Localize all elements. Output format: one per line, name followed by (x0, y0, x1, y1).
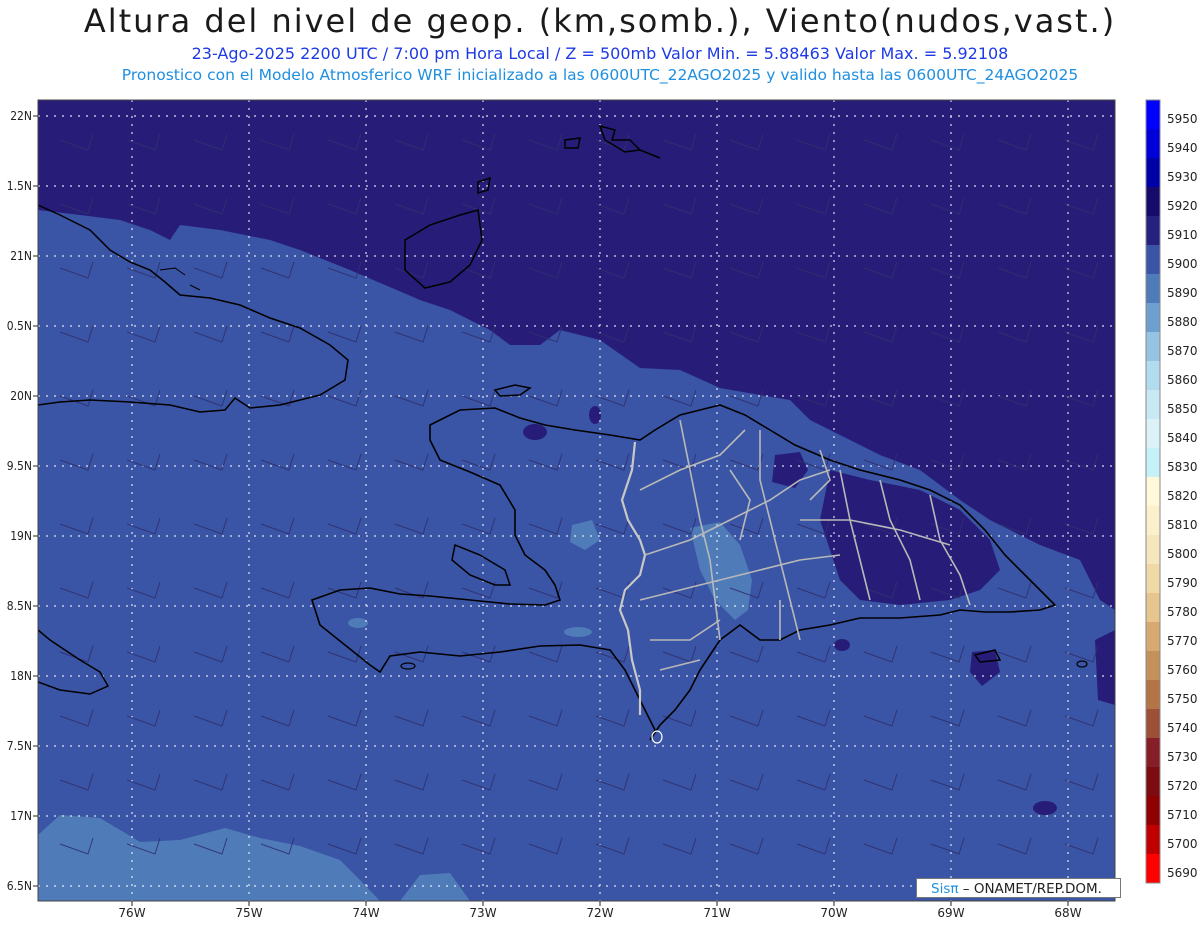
lon-label-74w: 74W (352, 906, 380, 920)
forecast-map[interactable] (0, 0, 1200, 927)
lon-label-68w: 68W (1054, 906, 1082, 920)
lat-label-22n: 22N (10, 109, 32, 123)
colorbar-swatch (1146, 796, 1160, 825)
lat-label-18-5n: 8.5N (6, 599, 32, 613)
colorbar-label: 5850 (1167, 402, 1198, 416)
colorbar-swatch (1146, 854, 1160, 883)
colorbar-swatch (1146, 680, 1160, 709)
colorbar-swatch (1146, 593, 1160, 622)
lon-label-69w: 69W (937, 906, 965, 920)
colorbar-label: 5800 (1167, 547, 1198, 561)
colorbar-swatch (1146, 332, 1160, 361)
lon-label-72w: 72W (586, 906, 614, 920)
colorbar-label: 5900 (1167, 257, 1198, 271)
colorbar-label: 5780 (1167, 605, 1198, 619)
lat-label-19n: 19N (10, 529, 32, 543)
colorbar-label: 5790 (1167, 576, 1198, 590)
colorbar-swatch (1146, 245, 1160, 274)
field-deep-patch2 (589, 406, 601, 424)
colorbar-swatch (1146, 274, 1160, 303)
field-deep-spot-s (834, 639, 850, 651)
lon-label-75w: 75W (235, 906, 263, 920)
colorbar-label: 5880 (1167, 315, 1198, 329)
credit-brand: Sisπ (931, 881, 959, 897)
colorbar-swatch (1146, 419, 1160, 448)
colorbar-label: 5810 (1167, 518, 1198, 532)
colorbar-swatch (1146, 564, 1160, 593)
credit-box: Sisπ – ONAMET/REP.DOM. (916, 878, 1121, 898)
colorbar-swatch (1146, 738, 1160, 767)
lat-label-17n: 17N (10, 809, 32, 823)
colorbar-swatch (1146, 158, 1160, 187)
colorbar-swatch (1146, 100, 1160, 129)
lon-label-76w: 76W (118, 906, 146, 920)
colorbar-label: 5690 (1167, 866, 1198, 880)
field-light-patch4 (564, 627, 592, 637)
colorbar-label: 5760 (1167, 663, 1198, 677)
colorbar-label: 5700 (1167, 837, 1198, 851)
colorbar-label: 5930 (1167, 170, 1198, 184)
colorbar (1145, 99, 1161, 884)
colorbar-swatch (1146, 390, 1160, 419)
colorbar-swatch (1146, 825, 1160, 854)
colorbar-label: 5770 (1167, 634, 1198, 648)
lat-label-20n: 20N (10, 389, 32, 403)
lon-label-70w: 70W (820, 906, 848, 920)
colorbar-swatch (1146, 129, 1160, 158)
colorbar-swatch (1146, 303, 1160, 332)
field-deep-spot-e (1095, 630, 1115, 705)
colorbar-swatch (1146, 767, 1160, 796)
colorbar-swatch (1146, 506, 1160, 535)
colorbar-label: 5950 (1167, 112, 1198, 126)
lat-label-21n: 21N (10, 249, 32, 263)
colorbar-swatch (1146, 187, 1160, 216)
colorbar-label: 5750 (1167, 692, 1198, 706)
lat-label-20-5n: 0.5N (6, 319, 32, 333)
lon-label-71w: 71W (703, 906, 731, 920)
colorbar-swatch (1146, 477, 1160, 506)
colorbar-label: 5910 (1167, 228, 1198, 242)
colorbar-label: 5870 (1167, 344, 1198, 358)
lat-label-21-5n: 1.5N (6, 179, 32, 193)
lat-label-16-5n: 6.5N (6, 879, 32, 893)
colorbar-label: 5830 (1167, 460, 1198, 474)
colorbar-label: 5920 (1167, 199, 1198, 213)
colorbar-label: 5840 (1167, 431, 1198, 445)
colorbar-label: 5740 (1167, 721, 1198, 735)
lat-label-18n: 18N (10, 669, 32, 683)
lat-label-17-5n: 7.5N (6, 739, 32, 753)
colorbar-swatch (1146, 535, 1160, 564)
colorbar-label: 5860 (1167, 373, 1198, 387)
colorbar-label: 5730 (1167, 750, 1198, 764)
colorbar-swatch (1146, 622, 1160, 651)
colorbar-label: 5940 (1167, 141, 1198, 155)
field-deep-spot-se2 (1033, 801, 1057, 815)
field-light-patch3 (348, 618, 368, 628)
credit-text: – ONAMET/REP.DOM. (962, 881, 1102, 897)
colorbar-label: 5890 (1167, 286, 1198, 300)
colorbar-label: 5720 (1167, 779, 1198, 793)
colorbar-label: 5820 (1167, 489, 1198, 503)
colorbar-swatch (1146, 361, 1160, 390)
colorbar-swatch (1146, 216, 1160, 245)
colorbar-label: 5710 (1167, 808, 1198, 822)
lon-label-73w: 73W (469, 906, 497, 920)
colorbar-swatch (1146, 651, 1160, 680)
colorbar-swatch (1146, 448, 1160, 477)
lat-label-19-5n: 9.5N (6, 459, 32, 473)
field-deep-patch1 (523, 424, 547, 440)
colorbar-swatch (1146, 709, 1160, 738)
